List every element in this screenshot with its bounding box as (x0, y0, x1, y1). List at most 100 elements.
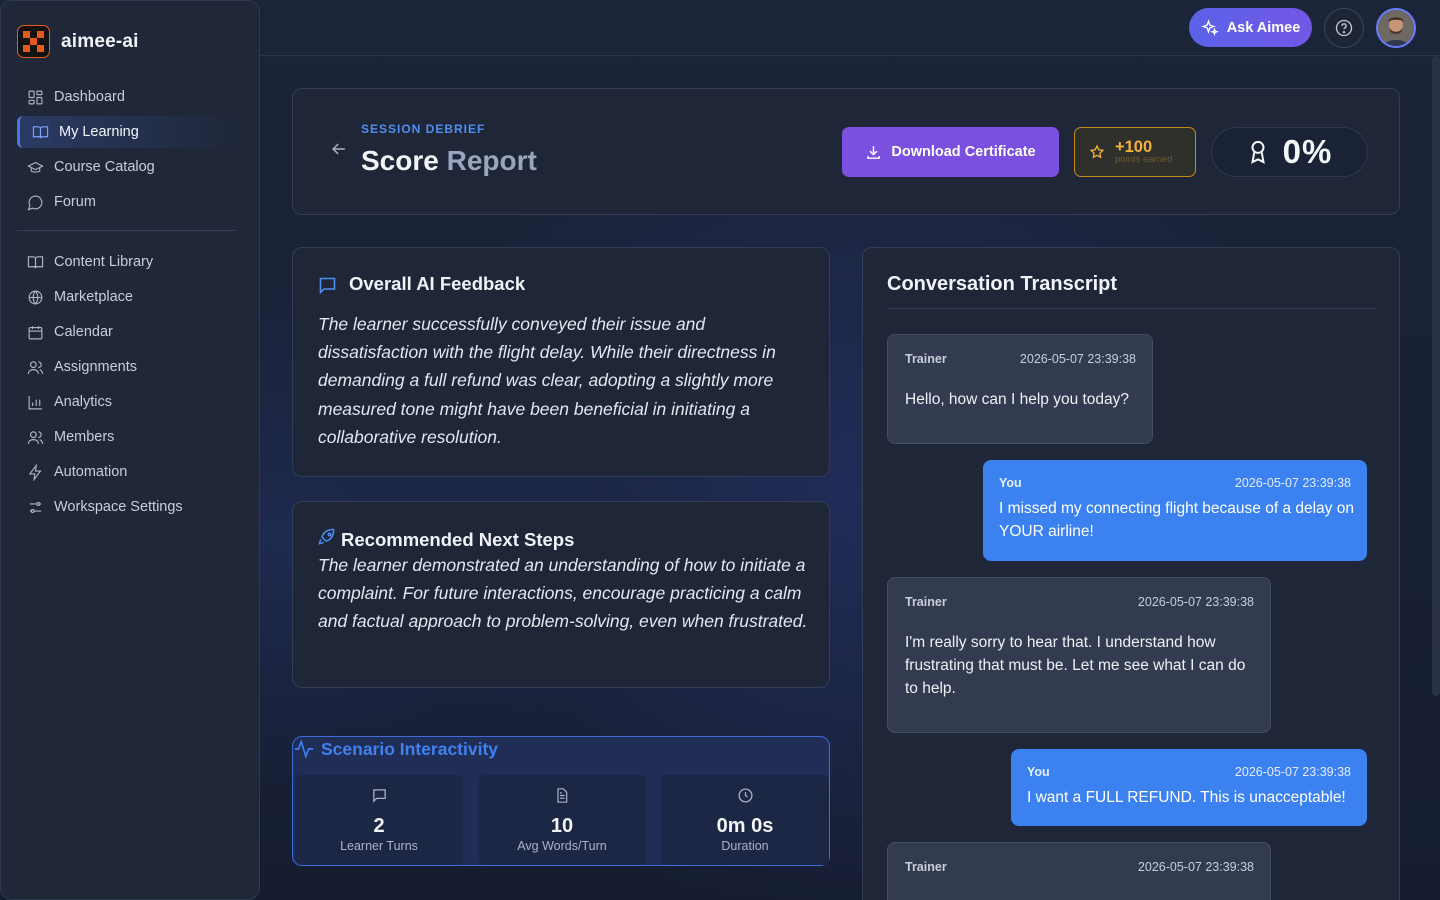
sidebar-item-marketplace[interactable]: Marketplace (17, 281, 237, 313)
user-avatar[interactable] (1376, 8, 1416, 48)
points-caption: points earned (1115, 154, 1173, 165)
sliders-icon (29, 501, 42, 513)
sidebar-item-label: Members (54, 429, 115, 445)
dashboard-icon (28, 90, 43, 104)
sidebar-item-assignments[interactable]: Assignments (17, 351, 237, 383)
message-role: Trainer (905, 860, 947, 874)
overall-feedback-title: Overall AI Feedback (349, 273, 526, 294)
points-value: +100 (1115, 138, 1153, 156)
stat-learner-turns: 2 Learner Turns (295, 775, 463, 865)
message-timestamp: 2026-05-07 23:39:38 (1234, 476, 1351, 490)
sidebar-item-label: Course Catalog (54, 159, 155, 175)
next-steps-title: Recommended Next Steps (341, 529, 575, 550)
message-text: I missed my connecting flight because of… (999, 500, 1354, 540)
stat-label: Avg Words/Turn (517, 839, 607, 853)
sidebar-item-label: Forum (54, 194, 96, 210)
book-icon (27, 255, 44, 268)
sidebar-item-label: Marketplace (54, 289, 133, 305)
sidebar-item-label: Automation (54, 464, 128, 480)
secondary-nav: Content Library Marketplace Calendar Ass… (17, 246, 237, 526)
stat-avg-words: 10 Avg Words/Turn (478, 775, 646, 865)
download-icon (867, 145, 881, 159)
bar-chart-icon (28, 395, 42, 409)
message-you: You 2026-05-07 23:39:38 I missed my conn… (983, 460, 1367, 561)
message-role: You (999, 476, 1022, 490)
page-scrollbar[interactable] (1432, 56, 1440, 696)
topbar-divider (260, 55, 1440, 56)
chat-bubble-icon (372, 789, 386, 803)
stat-value: 2 (373, 815, 385, 837)
message-timestamp: 2026-05-07 23:39:38 (1137, 860, 1254, 874)
sidebar-item-workspace-settings[interactable]: Workspace Settings (17, 491, 237, 523)
message-role: You (1027, 765, 1050, 779)
sidebar-item-label: Calendar (54, 324, 113, 340)
sidebar-item-label: Workspace Settings (54, 499, 183, 515)
download-certificate-label: Download Certificate (891, 144, 1036, 160)
page-title-main: Score (361, 145, 439, 176)
lightning-icon (28, 463, 42, 481)
download-certificate-button[interactable]: Download Certificate (842, 127, 1059, 177)
message-role: Trainer (905, 352, 947, 366)
sidebar-item-forum[interactable]: Forum (17, 186, 237, 218)
message-text: Hello, how can I help you today? (905, 391, 1130, 408)
sidebar: aimee-ai Dashboard My Learning Course Ca… (0, 0, 260, 900)
sidebar-item-course-catalog[interactable]: Course Catalog (17, 151, 237, 183)
users-icon (27, 360, 44, 374)
sidebar-item-label: Assignments (54, 359, 138, 375)
next-steps-text: The learner demonstrated an understandin… (318, 555, 808, 632)
sidebar-item-label: My Learning (59, 124, 139, 140)
session-debrief-label: SESSION DEBRIEF (361, 122, 486, 136)
document-icon (557, 788, 568, 803)
sparkles-icon (1200, 18, 1219, 36)
sidebar-item-content-library[interactable]: Content Library (17, 246, 237, 278)
stat-duration: 0m 0s Duration (661, 775, 829, 865)
message-trainer: Trainer 2026-05-07 23:39:38 Hello, how c… (887, 334, 1153, 444)
back-arrow-icon[interactable] (329, 139, 349, 159)
help-button[interactable] (1324, 8, 1364, 48)
ask-aimee-label: Ask Aimee (1226, 19, 1301, 36)
help-circle-icon (1335, 19, 1353, 37)
globe-icon (28, 290, 43, 305)
next-steps-card: Recommended Next Steps The learner demon… (292, 501, 830, 688)
brand-name: aimee-ai (61, 30, 139, 52)
message-timestamp: 2026-05-07 23:39:38 (1234, 765, 1351, 779)
page-title: Score Report (361, 145, 537, 177)
points-badge: +100 points earned (1074, 127, 1196, 177)
rocket-icon (318, 528, 335, 545)
message-you: You 2026-05-07 23:39:38 I want a FULL RE… (1011, 749, 1367, 826)
message-timestamp: 2026-05-07 23:39:38 (1137, 595, 1254, 609)
message-text: I want a FULL REFUND. This is unacceptab… (1027, 789, 1346, 806)
message-role: Trainer (905, 595, 947, 609)
sidebar-item-calendar[interactable]: Calendar (17, 316, 237, 348)
scenario-interactivity-card: Scenario Interactivity 2 Learner Turns 1… (292, 736, 830, 866)
stat-value: 10 (550, 815, 574, 837)
brand[interactable]: aimee-ai (17, 25, 139, 58)
message-square-icon (319, 277, 336, 295)
overall-feedback-card: Overall AI Feedback The learner successf… (292, 247, 830, 477)
ask-aimee-button[interactable]: Ask Aimee (1189, 8, 1312, 47)
sidebar-item-analytics[interactable]: Analytics (17, 386, 237, 418)
transcript-divider (887, 308, 1375, 309)
stat-value: 0m 0s (716, 815, 774, 837)
star-icon (1089, 144, 1105, 159)
score-value: 0% (1282, 133, 1333, 170)
brand-logo-icon (17, 25, 50, 58)
book-icon (32, 125, 49, 138)
stat-label: Learner Turns (340, 839, 418, 853)
avatar-image (1378, 10, 1414, 46)
sidebar-item-dashboard[interactable]: Dashboard (17, 81, 237, 113)
transcript-title: Conversation Transcript (887, 273, 1118, 295)
sidebar-item-members[interactable]: Members (17, 421, 237, 453)
message-timestamp: 2026-05-07 23:39:38 (1019, 352, 1136, 366)
sidebar-item-label: Content Library (54, 254, 154, 270)
sidebar-item-my-learning[interactable]: My Learning (17, 116, 237, 148)
sidebar-divider (17, 230, 236, 231)
sidebar-item-label: Analytics (54, 394, 113, 410)
users-icon (27, 430, 44, 444)
sidebar-item-automation[interactable]: Automation (17, 456, 237, 488)
score-report-header: SESSION DEBRIEF Score Report Download Ce… (292, 88, 1400, 215)
clock-icon (737, 788, 753, 803)
sidebar-item-label: Dashboard (54, 89, 125, 105)
calendar-icon (28, 325, 43, 339)
scenario-interactivity-title: Scenario Interactivity (321, 739, 499, 759)
